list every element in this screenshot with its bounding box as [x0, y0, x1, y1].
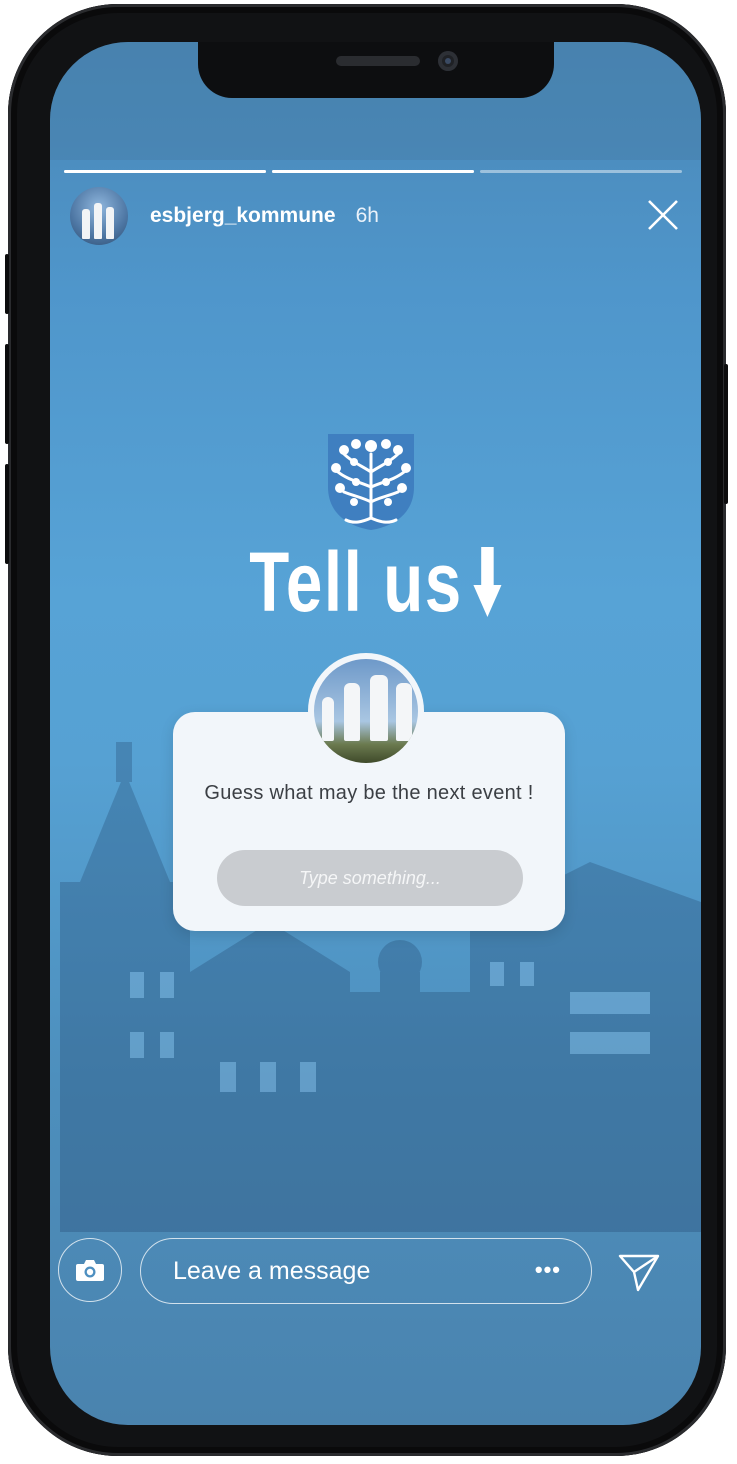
message-input[interactable]: Leave a message •••	[140, 1238, 592, 1304]
phone-notch	[198, 42, 554, 98]
arrow-down-icon	[473, 547, 502, 617]
reply-bar: Leave a message •••	[58, 1238, 688, 1310]
profile-avatar[interactable]	[70, 187, 128, 245]
story-progress-segment	[272, 170, 474, 173]
sculpture-figure	[370, 675, 388, 741]
sculpture-figure	[344, 683, 360, 741]
avatar-figure	[106, 207, 114, 239]
story-progress-segment	[64, 170, 266, 173]
sculpture-image	[314, 659, 418, 763]
phone-side-button	[5, 254, 9, 314]
phone-side-button	[724, 364, 728, 504]
avatar-figure	[94, 203, 102, 239]
phone-side-button	[5, 464, 9, 564]
story-timestamp: 6h	[355, 204, 379, 227]
story-screen: esbjerg_kommune 6h Tell us Guess what ma…	[50, 42, 701, 1425]
sculpture-figure	[396, 683, 412, 741]
phone-side-button	[5, 344, 9, 444]
story-title: Tell us	[122, 534, 630, 630]
progress-fill	[272, 170, 474, 173]
avatar-figure	[82, 209, 90, 239]
question-text: Guess what may be the next event !	[204, 782, 534, 804]
story-progress-bar	[64, 170, 682, 175]
answer-input[interactable]: Type something...	[217, 850, 523, 906]
progress-fill	[64, 170, 266, 173]
message-placeholder: Leave a message	[173, 1257, 371, 1285]
question-sticker-avatar	[308, 653, 424, 769]
story-progress-segment	[480, 170, 682, 173]
phone-frame: esbjerg_kommune 6h Tell us Guess what ma…	[5, 4, 728, 1456]
username[interactable]: esbjerg_kommune	[150, 204, 336, 228]
close-icon[interactable]	[646, 198, 680, 232]
camera-button[interactable]	[58, 1238, 122, 1302]
camera-icon	[76, 1260, 104, 1281]
story-header: esbjerg_kommune 6h	[70, 186, 680, 246]
more-options-button[interactable]: •••	[535, 1239, 561, 1301]
esbjerg-crest-icon	[328, 434, 414, 530]
speaker-grille	[336, 56, 420, 66]
front-camera	[438, 51, 458, 71]
sculpture-figure	[322, 697, 334, 741]
title-text: Tell us	[249, 535, 463, 629]
send-icon[interactable]	[618, 1252, 660, 1292]
